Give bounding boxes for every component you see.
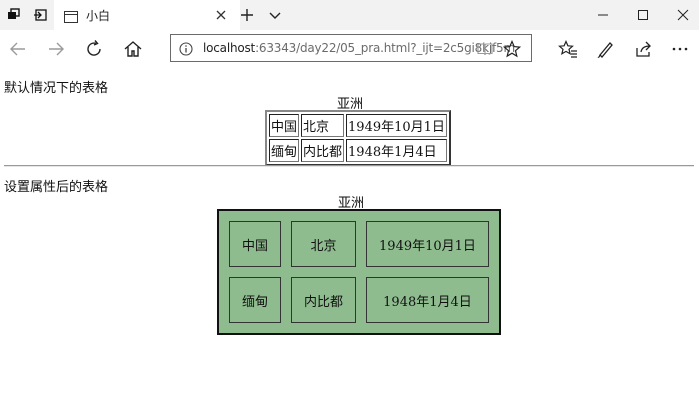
- more-icon[interactable]: [670, 39, 690, 59]
- section-heading-styled: 设置属性后的表格: [4, 180, 109, 195]
- table-cell: 内比都: [291, 277, 357, 323]
- url-text[interactable]: localhost:63343/day22/05_pra.html?_ijt=2…: [203, 41, 515, 55]
- table-cell: 内比都: [301, 139, 345, 162]
- tab-title: 小白: [86, 9, 111, 23]
- url-host: localhost: [203, 41, 256, 55]
- maximize-icon[interactable]: [634, 6, 652, 24]
- table-row: 缅甸 内比都 1948年1月4日: [269, 139, 447, 162]
- new-tab-icon[interactable]: [238, 6, 256, 24]
- table-cell: 北京: [291, 221, 357, 267]
- table-cell: 缅甸: [269, 139, 300, 162]
- table-cell: 1948年1月4日: [366, 277, 489, 323]
- table-cell: 中国: [269, 114, 300, 137]
- table-cell: 1949年10月1日: [346, 114, 447, 137]
- styled-table: 中国 北京 1949年10月1日 缅甸 内比都 1948年1月4日: [217, 209, 501, 335]
- tab-active[interactable]: 小白: [54, 0, 240, 30]
- reading-view-icon[interactable]: [477, 41, 493, 57]
- navigation-bar: localhost:63343/day22/05_pra.html?_ijt=2…: [0, 30, 699, 68]
- table-cell: 缅甸: [229, 277, 282, 323]
- refresh-icon[interactable]: [84, 39, 104, 59]
- set-aside-tabs-icon[interactable]: [32, 7, 48, 23]
- table-cell: 中国: [229, 221, 282, 267]
- table-row: 中国 北京 1949年10月1日: [229, 221, 489, 267]
- url-path: :63343/day22/05_pra.html?_ijt=2c5gi8kjf5…: [255, 41, 515, 55]
- tab-preview-icon[interactable]: [6, 7, 22, 23]
- table-row: 中国 北京 1949年10月1日: [269, 114, 447, 137]
- section-heading-default: 默认情况下的表格: [4, 81, 109, 96]
- forward-arrow-icon[interactable]: [46, 39, 66, 59]
- address-bar[interactable]: localhost:63343/day22/05_pra.html?_ijt=2…: [170, 34, 532, 62]
- default-table: 中国 北京 1949年10月1日 缅甸 内比都 1948年1月4日: [265, 110, 451, 166]
- table-row: 缅甸 内比都 1948年1月4日: [229, 277, 489, 323]
- favorite-star-icon[interactable]: [502, 39, 522, 58]
- tab-bar: 小白: [0, 0, 699, 30]
- table-cell: 1948年1月4日: [346, 139, 447, 162]
- tab-list-chevron-icon[interactable]: [266, 6, 284, 24]
- minimize-icon[interactable]: [594, 6, 612, 24]
- browser-window: 小白 localhost:63343/day22/05_pra.html?_ij…: [0, 0, 699, 400]
- share-icon[interactable]: [634, 39, 654, 59]
- tab-close-icon[interactable]: [214, 7, 228, 21]
- back-arrow-icon[interactable]: [8, 39, 28, 59]
- table-cell: 北京: [301, 114, 345, 137]
- pen-icon[interactable]: [596, 39, 616, 59]
- table-cell: 1949年10月1日: [366, 221, 489, 267]
- page-content: 默认情况下的表格 亚洲 中国 北京 1949年10月1日 缅甸 内比都 1948…: [0, 68, 699, 400]
- horizontal-rule: [4, 165, 694, 167]
- home-icon[interactable]: [123, 39, 143, 59]
- page-favicon-icon: [64, 8, 78, 23]
- favorites-icon[interactable]: [558, 39, 578, 59]
- site-info-icon[interactable]: [179, 41, 193, 56]
- close-icon[interactable]: [674, 6, 692, 24]
